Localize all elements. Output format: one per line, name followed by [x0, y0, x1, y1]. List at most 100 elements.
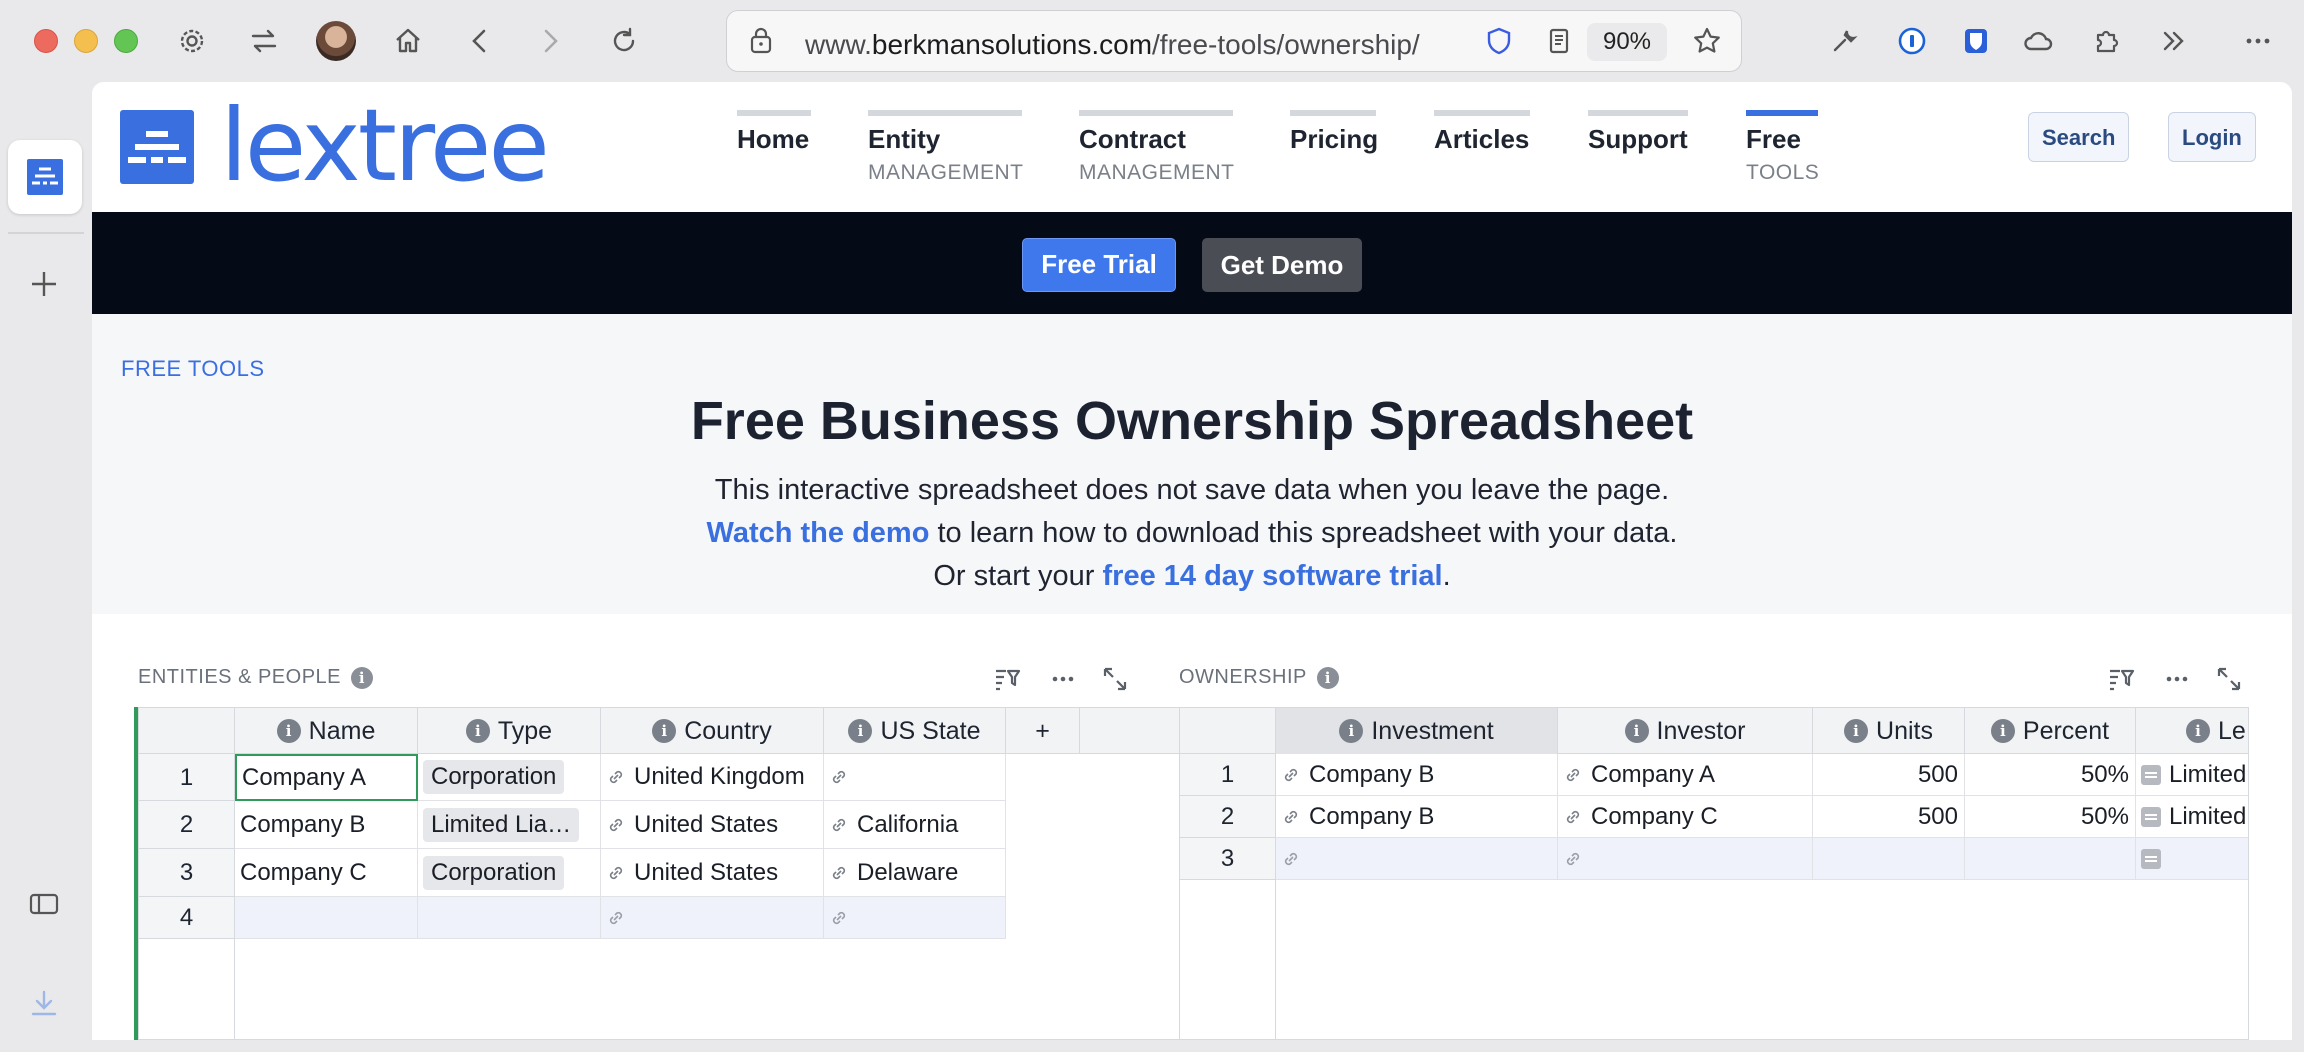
- cell-type[interactable]: Corporation: [418, 754, 601, 801]
- bookmark-star-icon[interactable]: [1685, 19, 1729, 63]
- corner-cell[interactable]: [139, 708, 235, 754]
- close-window-button[interactable]: [34, 29, 58, 53]
- row-number[interactable]: 1: [139, 754, 235, 801]
- browser-menu-icon[interactable]: [2236, 19, 2280, 63]
- info-icon[interactable]: i: [351, 666, 374, 689]
- settings-icon[interactable]: [170, 19, 214, 63]
- cell-percent[interactable]: [1965, 838, 2136, 880]
- bitwarden-icon[interactable]: [1954, 19, 1998, 63]
- cell-units[interactable]: 500: [1813, 754, 1965, 796]
- row-number[interactable]: 3: [1180, 838, 1276, 880]
- expand-icon[interactable]: [1098, 662, 1132, 696]
- info-icon[interactable]: i: [465, 719, 490, 743]
- cell-us-state[interactable]: Delaware: [824, 849, 1006, 897]
- cell-investment[interactable]: Company B: [1276, 754, 1558, 796]
- sidebar-tab-lextree[interactable]: [8, 140, 82, 214]
- nav-home[interactable]: Home: [737, 110, 811, 155]
- nav-articles[interactable]: Articles: [1434, 110, 1530, 155]
- profile-avatar[interactable]: [316, 21, 356, 61]
- new-tab-plus-icon[interactable]: [22, 262, 66, 306]
- info-icon[interactable]: i: [1339, 719, 1364, 743]
- home-icon[interactable]: [386, 19, 430, 63]
- info-icon[interactable]: i: [1990, 719, 2015, 743]
- cell-country[interactable]: United Kingdom: [601, 754, 824, 801]
- cell-legal-type[interactable]: Limited: [2136, 754, 2248, 796]
- column-header-name[interactable]: i Name: [235, 708, 418, 754]
- row-number[interactable]: 3: [139, 849, 235, 897]
- lextree-logo-icon[interactable]: [120, 110, 194, 184]
- cell-investor[interactable]: Company A: [1558, 754, 1813, 796]
- cell-investment[interactable]: [1276, 838, 1558, 880]
- cell-country[interactable]: United States: [601, 849, 824, 897]
- nav-entity-management[interactable]: Entity MANAGEMENT: [868, 110, 1024, 185]
- cell-name[interactable]: Company C: [235, 849, 418, 897]
- watch-demo-link[interactable]: Watch the demo: [707, 517, 930, 549]
- add-column-button[interactable]: +: [1006, 708, 1080, 754]
- more-options-icon[interactable]: [1046, 662, 1080, 696]
- cell-investor[interactable]: [1558, 838, 1813, 880]
- wrench-icon[interactable]: [1822, 19, 1866, 63]
- login-button[interactable]: Login: [2168, 112, 2256, 162]
- downloads-icon[interactable]: [22, 982, 66, 1026]
- nav-free-tools[interactable]: Free TOOLS: [1746, 110, 1819, 185]
- sort-filter-icon[interactable]: [990, 662, 1024, 696]
- address-bar[interactable]: www.berkmansolutions.com/free-tools/owne…: [726, 10, 1742, 72]
- info-icon[interactable]: i: [652, 719, 677, 743]
- cell-name[interactable]: Company B: [235, 801, 418, 849]
- info-icon[interactable]: i: [848, 719, 873, 743]
- site-lock-icon[interactable]: [739, 19, 783, 63]
- row-number[interactable]: 2: [139, 801, 235, 849]
- column-header-units[interactable]: i Units: [1813, 708, 1965, 754]
- cell-name[interactable]: [235, 897, 418, 939]
- logo-wordmark[interactable]: lextree: [220, 96, 550, 196]
- info-icon[interactable]: i: [1844, 719, 1869, 743]
- cell-us-state[interactable]: California: [824, 801, 1006, 849]
- column-header-country[interactable]: i Country: [601, 708, 824, 754]
- extensions-icon[interactable]: [2084, 19, 2128, 63]
- reader-view-icon[interactable]: [1537, 19, 1581, 63]
- cell-us-state[interactable]: [824, 754, 1006, 801]
- cell-type[interactable]: Limited Lia…: [418, 801, 601, 849]
- column-header-investor[interactable]: i Investor: [1558, 708, 1813, 754]
- nav-support[interactable]: Support: [1588, 110, 1688, 155]
- more-options-icon[interactable]: [2160, 662, 2194, 696]
- more-tools-chevron-icon[interactable]: [2152, 19, 2196, 63]
- cell-country[interactable]: United States: [601, 801, 824, 849]
- corner-cell[interactable]: [1180, 708, 1276, 754]
- cell-percent[interactable]: 50%: [1965, 754, 2136, 796]
- column-header-us-state[interactable]: i US State: [824, 708, 1006, 754]
- row-number[interactable]: 2: [1180, 796, 1276, 838]
- cell-percent[interactable]: 50%: [1965, 796, 2136, 838]
- column-header-investment[interactable]: i Investment: [1276, 708, 1558, 754]
- nav-pricing[interactable]: Pricing: [1290, 110, 1378, 155]
- reload-icon[interactable]: [602, 19, 646, 63]
- zoom-level[interactable]: 90%: [1587, 23, 1667, 61]
- cell-type[interactable]: Corporation: [418, 849, 601, 897]
- cell-investment[interactable]: Company B: [1276, 796, 1558, 838]
- switch-arrows-icon[interactable]: [242, 19, 286, 63]
- get-demo-button[interactable]: Get Demo: [1202, 238, 1362, 292]
- zoom-window-button[interactable]: [114, 29, 138, 53]
- cell-type[interactable]: [418, 897, 601, 939]
- cell-units[interactable]: [1813, 838, 1965, 880]
- cell-legal-type[interactable]: [2136, 838, 2248, 880]
- privacy-shield-icon[interactable]: [1477, 19, 1521, 63]
- cell-units[interactable]: 500: [1813, 796, 1965, 838]
- forward-icon[interactable]: [528, 19, 572, 63]
- search-button[interactable]: Search: [2028, 112, 2130, 162]
- free-trial-button[interactable]: Free Trial: [1022, 238, 1176, 292]
- expand-icon[interactable]: [2212, 662, 2246, 696]
- breadcrumb-free-tools[interactable]: FREE TOOLS: [121, 356, 265, 382]
- info-icon[interactable]: i: [2186, 719, 2210, 743]
- info-icon[interactable]: i: [1624, 719, 1649, 743]
- cell-us-state[interactable]: [824, 897, 1006, 939]
- info-icon[interactable]: i: [276, 719, 301, 743]
- cell-legal-type[interactable]: Limited: [2136, 796, 2248, 838]
- minimize-window-button[interactable]: [74, 29, 98, 53]
- nav-contract-management[interactable]: Contract MANAGEMENT: [1079, 110, 1235, 185]
- back-icon[interactable]: [458, 19, 502, 63]
- info-icon[interactable]: i: [1316, 666, 1339, 689]
- cell-name[interactable]: Company A: [235, 754, 418, 801]
- cell-investor[interactable]: Company C: [1558, 796, 1813, 838]
- sidebar-toggle-icon[interactable]: [22, 882, 66, 926]
